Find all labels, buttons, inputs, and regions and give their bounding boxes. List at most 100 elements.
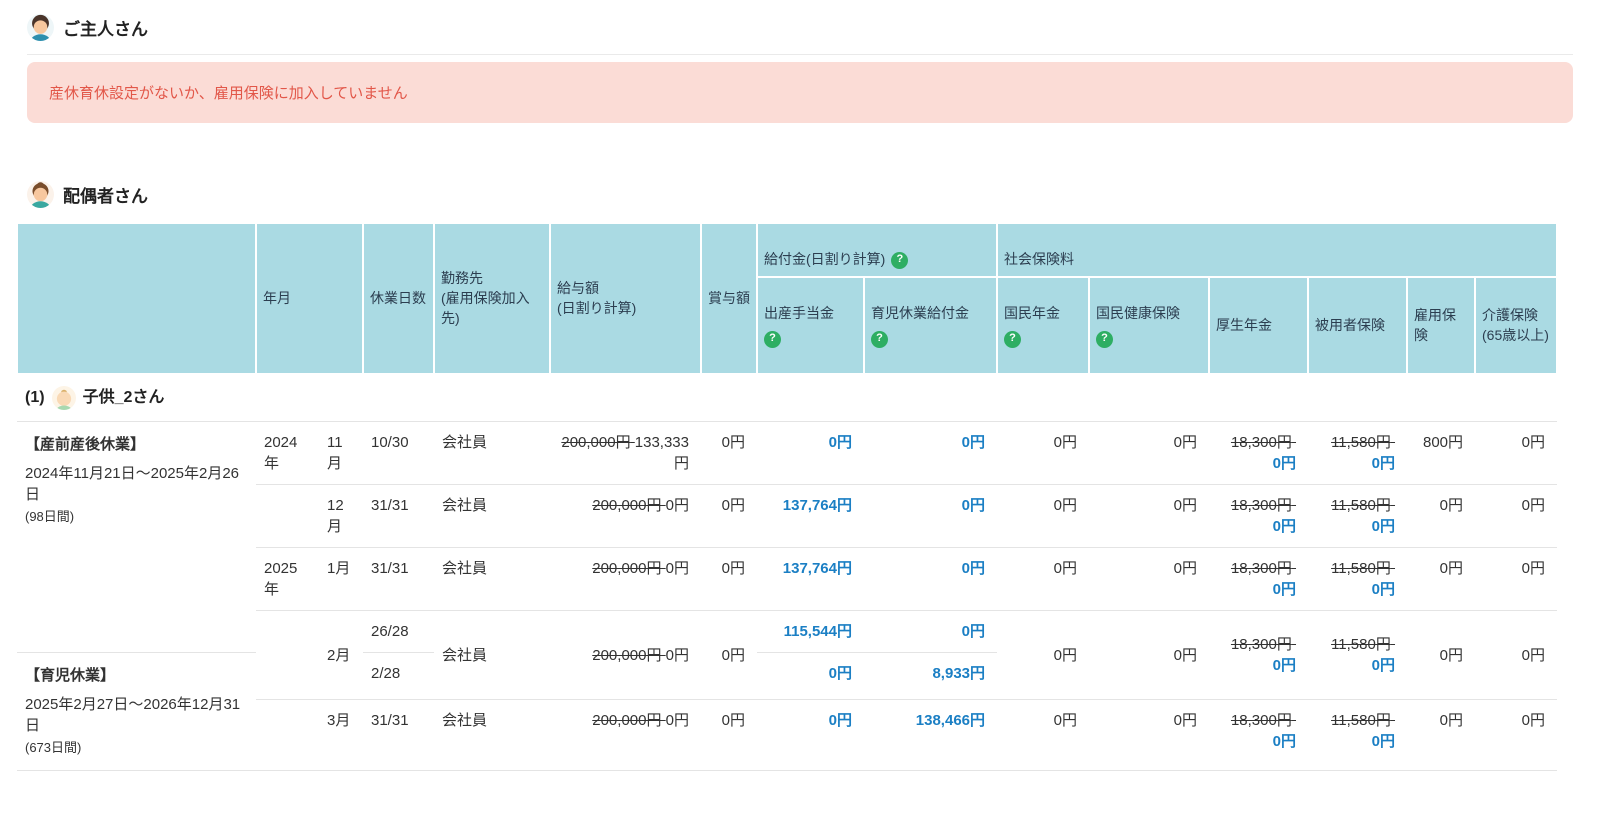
group-benefits: 給付金(日割り計算)? xyxy=(755,222,999,278)
month-value: 12月 xyxy=(327,497,344,536)
col-maternity-allowance-label: 出産手当金 xyxy=(764,304,834,321)
salary-new: 0円 xyxy=(665,560,689,578)
warning-alert-text: 産休育休設定がないか、雇用保険に加入していません xyxy=(49,85,408,102)
col-national-health-insurance-label: 国民健康保険 xyxy=(1096,304,1181,321)
national-health-insurance-cell: 0円 xyxy=(1089,547,1210,612)
year-month-cell: 12月 xyxy=(256,484,363,549)
col-maternity-allowance: 出産手当金 ? xyxy=(756,275,865,376)
year-month-cell: 2月 xyxy=(256,610,363,701)
employees-insurance-cell: 11,580円 0円 xyxy=(1308,547,1408,612)
childcare-benefit-cell: 0円 xyxy=(864,610,998,654)
spouse-section-title: 配偶者さん xyxy=(16,177,1584,212)
employees-insurance-cell: 11,580円 0円 xyxy=(1308,421,1408,486)
leave-days-cell: 2/28 xyxy=(363,652,434,701)
employees-insurance-new: 0円 xyxy=(1371,657,1396,675)
salary-cell: 200,000円 0円 xyxy=(550,547,701,612)
employees-pension-new: 0円 xyxy=(1272,733,1297,751)
employees-pension-new: 0円 xyxy=(1272,657,1297,675)
salary-old: 200,000円 xyxy=(592,497,662,515)
childcare-benefit-cell: 0円 xyxy=(864,547,998,612)
salary-cell: 200,000円 0円 xyxy=(550,610,701,701)
maternity-allowance-cell: 137,764円 xyxy=(757,547,864,612)
national-pension-cell: 0円 xyxy=(997,484,1090,549)
employees-insurance-new: 0円 xyxy=(1371,455,1396,473)
help-icon[interactable]: ? xyxy=(1096,330,1114,348)
salary-new: 0円 xyxy=(665,497,689,515)
workplace-cell: 会社員 xyxy=(434,484,550,549)
salary-old: 200,000円 xyxy=(592,646,662,664)
employment-insurance-cell: 0円 xyxy=(1407,484,1476,549)
child-avatar-icon xyxy=(51,386,76,411)
benefits-table: 年月 休業日数 勤務先 (雇用保険加入先) 給与額 (日割り計算) 賞与額 給付… xyxy=(16,221,1559,771)
employees-pension-cell: 18,300円 0円 xyxy=(1209,610,1309,701)
employees-insurance-old: 11,580円 xyxy=(1331,636,1391,654)
husband-title: ご主人さん xyxy=(63,20,148,39)
child-section-row: (1) 子供_2さん xyxy=(17,374,1558,423)
employment-insurance-cell: 0円 xyxy=(1407,699,1476,771)
maternity-allowance-cell: 0円 xyxy=(757,699,864,771)
col-childcare-benefit: 育児休業給付金 ? xyxy=(862,275,999,376)
employees-insurance-new: 0円 xyxy=(1371,518,1396,536)
help-icon[interactable]: ? xyxy=(891,251,909,269)
employees-insurance-new: 0円 xyxy=(1371,581,1396,599)
salary-old: 200,000円 xyxy=(592,560,662,578)
leave-period-maternity-cell: 【産前産後休業】 2024年11月21日〜2025年2月26日 (98日間) xyxy=(17,421,256,654)
col-workplace: 勤務先 (雇用保険加入先) xyxy=(433,221,551,376)
childcare-benefit-cell: 0円 xyxy=(864,421,998,486)
national-health-insurance-cell: 0円 xyxy=(1089,699,1210,771)
col-employment-insurance: 雇用保険 xyxy=(1406,275,1477,376)
leave-duration-label: (98日間) xyxy=(25,509,75,525)
salary-cell: 200,000円 0円 xyxy=(550,699,701,771)
year-value xyxy=(264,645,302,666)
spouse-title: 配偶者さん xyxy=(63,187,148,206)
month-value: 1月 xyxy=(327,560,351,578)
salary-cell: 200,000円 0円 xyxy=(550,484,701,549)
month-value: 3月 xyxy=(327,712,351,730)
husband-section-title: ご主人さん xyxy=(16,10,1584,45)
maternity-allowance-cell: 0円 xyxy=(757,652,864,701)
national-health-insurance-cell: 0円 xyxy=(1089,484,1210,549)
maternity-allowance-cell: 137,764円 xyxy=(757,484,864,549)
child-name: 子供_2さん xyxy=(82,389,165,407)
col-national-pension: 国民年金 ? xyxy=(996,275,1091,376)
childcare-benefit-cell: 8,933円 xyxy=(864,652,998,701)
employees-pension-old: 18,300円 xyxy=(1230,560,1292,578)
col-employees-insurance: 被用者保険 xyxy=(1307,275,1409,376)
help-icon[interactable]: ? xyxy=(1004,330,1022,348)
care-insurance-cell: 0円 xyxy=(1475,421,1558,486)
year-value xyxy=(264,495,302,537)
national-pension-cell: 0円 xyxy=(997,610,1090,701)
workplace-cell: 会社員 xyxy=(434,610,550,701)
help-icon[interactable]: ? xyxy=(871,330,888,348)
col-employees-pension: 厚生年金 xyxy=(1208,275,1310,376)
warning-alert: 産休育休設定がないか、雇用保険に加入していません xyxy=(27,62,1573,123)
col-care-insurance: 介護保険(65歳以上) xyxy=(1474,275,1559,376)
leave-range-label: 2024年11月21日〜2025年2月26日 xyxy=(25,465,240,504)
col-national-pension-label: 国民年金 xyxy=(1004,304,1061,321)
employment-insurance-cell: 800円 xyxy=(1407,421,1476,486)
care-insurance-cell: 0円 xyxy=(1475,484,1558,549)
col-year-month: 年月 xyxy=(255,221,364,376)
salary-new: 133,333円 xyxy=(634,434,689,473)
employees-pension-old: 18,300円 xyxy=(1230,636,1292,654)
help-icon[interactable]: ? xyxy=(764,330,781,348)
col-bonus: 賞与額 xyxy=(700,221,758,376)
national-pension-cell: 0円 xyxy=(997,547,1090,612)
employment-insurance-cell: 0円 xyxy=(1407,610,1476,701)
employees-pension-new: 0円 xyxy=(1272,581,1297,599)
national-health-insurance-cell: 0円 xyxy=(1089,610,1210,701)
employees-pension-old: 18,300円 xyxy=(1230,712,1292,730)
month-value: 11月 xyxy=(327,434,343,473)
month-value: 2月 xyxy=(327,646,351,664)
leave-days-cell: 26/28 xyxy=(363,610,434,654)
group-benefits-label: 給付金(日割り計算) xyxy=(764,250,886,267)
salary-old: 200,000円 xyxy=(561,434,631,452)
leave-type-label: 【産前産後休業】 xyxy=(25,436,146,454)
employees-insurance-old: 11,580円 xyxy=(1331,712,1391,730)
leave-type-label: 【育児休業】 xyxy=(25,667,116,685)
employees-pension-old: 18,300円 xyxy=(1230,434,1292,452)
section-divider xyxy=(27,54,1573,55)
workplace-cell: 会社員 xyxy=(434,547,550,612)
leave-days-cell: 31/31 xyxy=(363,484,434,549)
employees-insurance-old: 11,580円 xyxy=(1331,560,1391,578)
